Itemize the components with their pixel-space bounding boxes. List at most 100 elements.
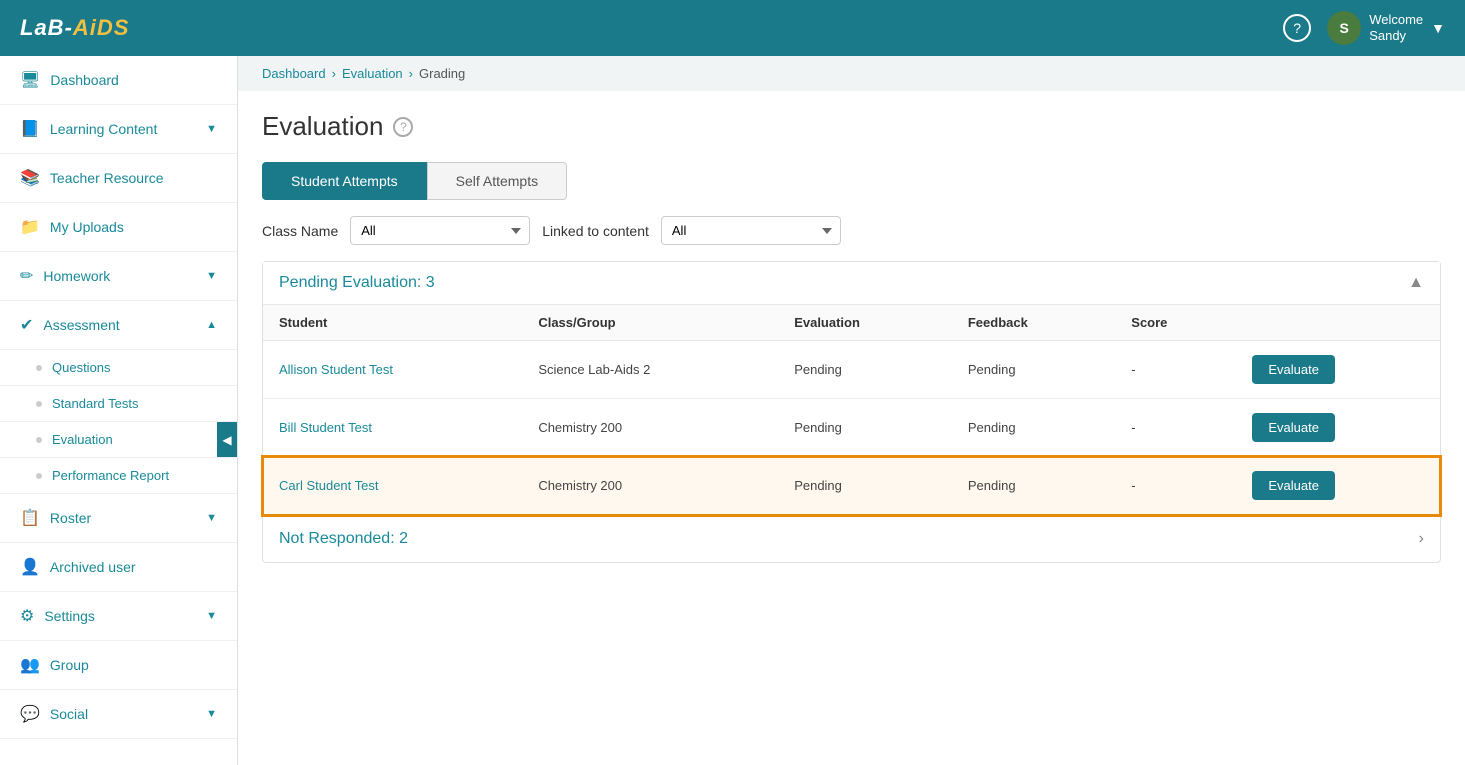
my-uploads-icon: 📁 [20, 217, 40, 237]
class-name-label: Class Name [262, 223, 338, 239]
linked-to-content-label: Linked to content [542, 223, 649, 239]
breadcrumb-separator-2: › [409, 66, 413, 81]
tabs-container: Student Attempts Self Attempts [262, 162, 1441, 200]
page-content-area: Evaluation ? Student Attempts Self Attem… [238, 91, 1465, 595]
chevron-down-icon: ▼ [206, 123, 217, 135]
active-tab-indicator: ◀ [217, 422, 237, 457]
student-name: Allison Student Test [263, 341, 522, 399]
score-cell: - [1115, 399, 1236, 457]
sidebar-item-teacher-resource[interactable]: 📚 Teacher Resource [0, 154, 237, 203]
class-group-cell: Science Lab-Aids 2 [522, 341, 778, 399]
user-greeting-name: Welcome Sandy [1369, 12, 1423, 43]
page-help-icon[interactable]: ? [393, 117, 413, 137]
feedback-cell: Pending [952, 457, 1115, 515]
col-score: Score [1115, 305, 1236, 341]
user-badge[interactable]: S Welcome Sandy ▼ [1327, 11, 1445, 45]
action-cell: Evaluate [1236, 341, 1440, 399]
sidebar-item-social[interactable]: 💬 Social ▼ [0, 690, 237, 739]
evaluation-cell: Pending [778, 341, 952, 399]
student-link[interactable]: Bill Student Test [279, 420, 372, 435]
sidebar-item-homework[interactable]: ✏ Homework ▼ [0, 252, 237, 301]
col-evaluation: Evaluation [778, 305, 952, 341]
sidebar-item-dashboard[interactable]: 🖥 Dashboard [0, 56, 237, 105]
table-row-highlighted: Carl Student Test Chemistry 200 Pending … [263, 457, 1440, 515]
breadcrumb-dashboard[interactable]: Dashboard [262, 66, 326, 81]
settings-icon: ⚙ [20, 606, 34, 626]
sidebar-item-settings[interactable]: ⚙ Settings ▼ [0, 592, 237, 641]
group-icon: 👥 [20, 655, 40, 675]
collapse-button[interactable]: ▲ [1408, 274, 1424, 292]
app-logo: LaB-AiDS [20, 15, 129, 41]
score-cell: - [1115, 341, 1236, 399]
col-action [1236, 305, 1440, 341]
assessment-icon: ✔ [20, 315, 33, 335]
pending-title: Pending Evaluation: 3 [279, 274, 435, 292]
sidebar-item-learning-content[interactable]: 📘 Learning Content ▼ [0, 105, 237, 154]
feedback-cell: Pending [952, 341, 1115, 399]
roster-icon: 📋 [20, 508, 40, 528]
sidebar: 🖥 Dashboard 📘 Learning Content ▼ 📚 Teach… [0, 56, 238, 765]
app-header: LaB-AiDS ? S Welcome Sandy ▼ [0, 0, 1465, 56]
sidebar-item-performance-report[interactable]: Performance Report [0, 458, 237, 494]
col-feedback: Feedback [952, 305, 1115, 341]
tab-student-attempts[interactable]: Student Attempts [262, 162, 427, 200]
action-cell: Evaluate [1236, 457, 1440, 515]
chevron-right-icon[interactable]: › [1419, 530, 1424, 548]
sidebar-item-assessment[interactable]: ✔ Assessment ▲ [0, 301, 237, 350]
avatar: S [1327, 11, 1361, 45]
social-icon: 💬 [20, 704, 40, 724]
evaluate-button[interactable]: Evaluate [1252, 471, 1335, 500]
main-content: Dashboard › Evaluation › Grading Evaluat… [238, 56, 1465, 765]
sidebar-item-questions[interactable]: Questions [0, 350, 237, 386]
learning-content-icon: 📘 [20, 119, 40, 139]
evaluate-button[interactable]: Evaluate [1252, 413, 1335, 442]
header-right: ? S Welcome Sandy ▼ [1283, 11, 1445, 45]
student-name: Bill Student Test [263, 399, 522, 457]
homework-icon: ✏ [20, 266, 33, 286]
student-link[interactable]: Allison Student Test [279, 362, 393, 377]
not-responded-section: Not Responded: 2 › [263, 515, 1440, 562]
breadcrumb-evaluation[interactable]: Evaluation [342, 66, 403, 81]
teacher-resource-icon: 📚 [20, 168, 40, 188]
class-group-cell: Chemistry 200 [522, 457, 778, 515]
page-title: Evaluation ? [262, 111, 1441, 142]
class-group-cell: Chemistry 200 [522, 399, 778, 457]
evaluation-cell: Pending [778, 457, 952, 515]
pending-table: Student Class/Group Evaluation Feedback … [263, 304, 1440, 515]
table-row: Allison Student Test Science Lab-Aids 2 … [263, 341, 1440, 399]
evaluate-button[interactable]: Evaluate [1252, 355, 1335, 384]
sidebar-item-my-uploads[interactable]: 📁 My Uploads [0, 203, 237, 252]
evaluation-cell: Pending [778, 399, 952, 457]
score-cell: - [1115, 457, 1236, 515]
chevron-down-icon: ▼ [206, 270, 217, 282]
not-responded-title: Not Responded: 2 [279, 530, 408, 548]
chevron-down-icon: ▼ [206, 708, 217, 720]
sidebar-item-evaluation[interactable]: Evaluation ◀ [0, 422, 237, 458]
chevron-down-icon: ▼ [206, 610, 217, 622]
breadcrumb: Dashboard › Evaluation › Grading [238, 56, 1465, 91]
logo-aids: AiDS [73, 15, 130, 40]
col-student: Student [263, 305, 522, 341]
sidebar-item-group[interactable]: 👥 Group [0, 641, 237, 690]
student-link[interactable]: Carl Student Test [279, 478, 378, 493]
help-icon[interactable]: ? [1283, 14, 1311, 42]
feedback-cell: Pending [952, 399, 1115, 457]
dashboard-icon: 🖥 [20, 70, 40, 90]
chevron-up-icon: ▲ [206, 319, 217, 331]
archived-user-icon: 👤 [20, 557, 40, 577]
breadcrumb-separator-1: › [332, 66, 336, 81]
action-cell: Evaluate [1236, 399, 1440, 457]
student-name: Carl Student Test [263, 457, 522, 515]
table-row: Bill Student Test Chemistry 200 Pending … [263, 399, 1440, 457]
chevron-down-icon: ▼ [1431, 20, 1445, 36]
class-name-select[interactable]: All [350, 216, 530, 245]
linked-to-content-select[interactable]: All [661, 216, 841, 245]
tab-self-attempts[interactable]: Self Attempts [427, 162, 567, 200]
sidebar-item-roster[interactable]: 📋 Roster ▼ [0, 494, 237, 543]
pending-evaluation-section: Pending Evaluation: 3 ▲ Student Class/Gr… [262, 261, 1441, 563]
chevron-right-icon: ◀ [222, 433, 231, 447]
sidebar-item-standard-tests[interactable]: Standard Tests [0, 386, 237, 422]
sidebar-item-archived-user[interactable]: 👤 Archived user [0, 543, 237, 592]
filters-container: Class Name All Linked to content All [262, 216, 1441, 245]
chevron-down-icon: ▼ [206, 512, 217, 524]
